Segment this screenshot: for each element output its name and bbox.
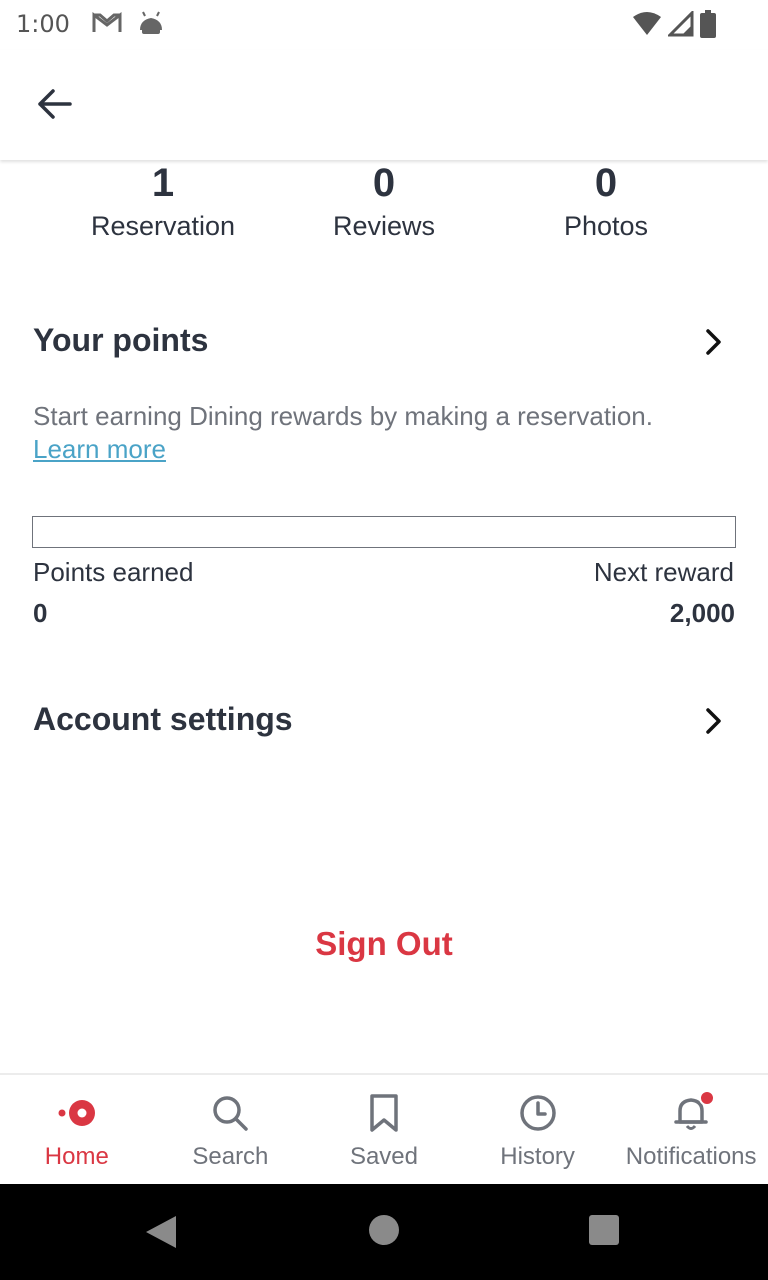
stat-reservations[interactable]: 1 Reservation [53,160,273,244]
next-reward-label: Next reward [593,557,734,587]
stat-label: Reservation [90,211,236,241]
chevron-right-icon [706,329,721,355]
system-home-icon[interactable] [368,1214,400,1246]
your-points-row[interactable]: Your points [0,310,768,380]
search-icon [213,1096,249,1131]
nav-label: Saved [349,1143,419,1170]
app-bar [0,50,768,160]
notification-badge [699,1090,716,1106]
chevron-right-icon [706,708,721,734]
next-reward-value: 2,000 [669,598,735,628]
nav-label: Notifications [625,1143,757,1170]
system-nav-bar [0,1184,768,1280]
points-progress-bar [32,516,736,548]
status-icons-left [92,10,166,36]
home-dot-icon [58,1100,95,1126]
learn-more-link[interactable]: Learn more [33,433,166,466]
nav-home[interactable]: Home [0,1075,154,1184]
signal-icon [668,11,694,37]
account-settings-title: Account settings [33,701,293,737]
back-button[interactable] [24,82,88,126]
your-points-title: Your points [33,322,209,358]
nav-saved[interactable]: Saved [307,1075,461,1184]
stat-count: 0 [594,161,618,205]
nav-label: History [500,1143,575,1170]
nav-history[interactable]: History [461,1075,615,1184]
profile-stats: 1 Reservation 0 Reviews 0 Photos [0,160,768,260]
points-earned-label: Points earned [33,557,194,587]
points-description: Start earning Dining rewards by making a… [33,400,733,466]
status-icons-right [632,10,716,38]
stat-reviews[interactable]: 0 Reviews [274,160,494,244]
account-settings-row[interactable]: Account settings [0,689,768,759]
nav-search[interactable]: Search [154,1075,308,1184]
nav-label: Home [44,1143,109,1170]
sign-out-button[interactable]: Sign Out [0,925,768,963]
gmail-icon [92,11,122,32]
clock-icon [519,1095,556,1131]
bookmark-icon [370,1094,398,1132]
status-time: 1:00 [16,10,70,38]
battery-icon [700,10,716,38]
nav-label: Search [192,1143,269,1170]
system-recents-icon[interactable] [588,1214,620,1246]
stat-count: 1 [151,161,175,205]
wifi-icon [633,12,661,35]
points-earned-value: 0 [33,598,48,628]
bottom-nav: Home Search Saved History Notifications [0,1073,768,1184]
system-back-icon[interactable] [144,1214,178,1250]
stat-label: Photos [563,211,649,241]
nav-notifications[interactable]: Notifications [614,1075,768,1184]
stat-photos[interactable]: 0 Photos [496,160,716,244]
android-icon [140,11,162,34]
arrow-left-icon [38,89,72,119]
stat-label: Reviews [332,211,436,241]
points-description-text: Start earning Dining rewards by making a… [33,401,653,431]
status-bar: 1:00 [0,0,768,50]
stat-count: 0 [372,161,396,205]
